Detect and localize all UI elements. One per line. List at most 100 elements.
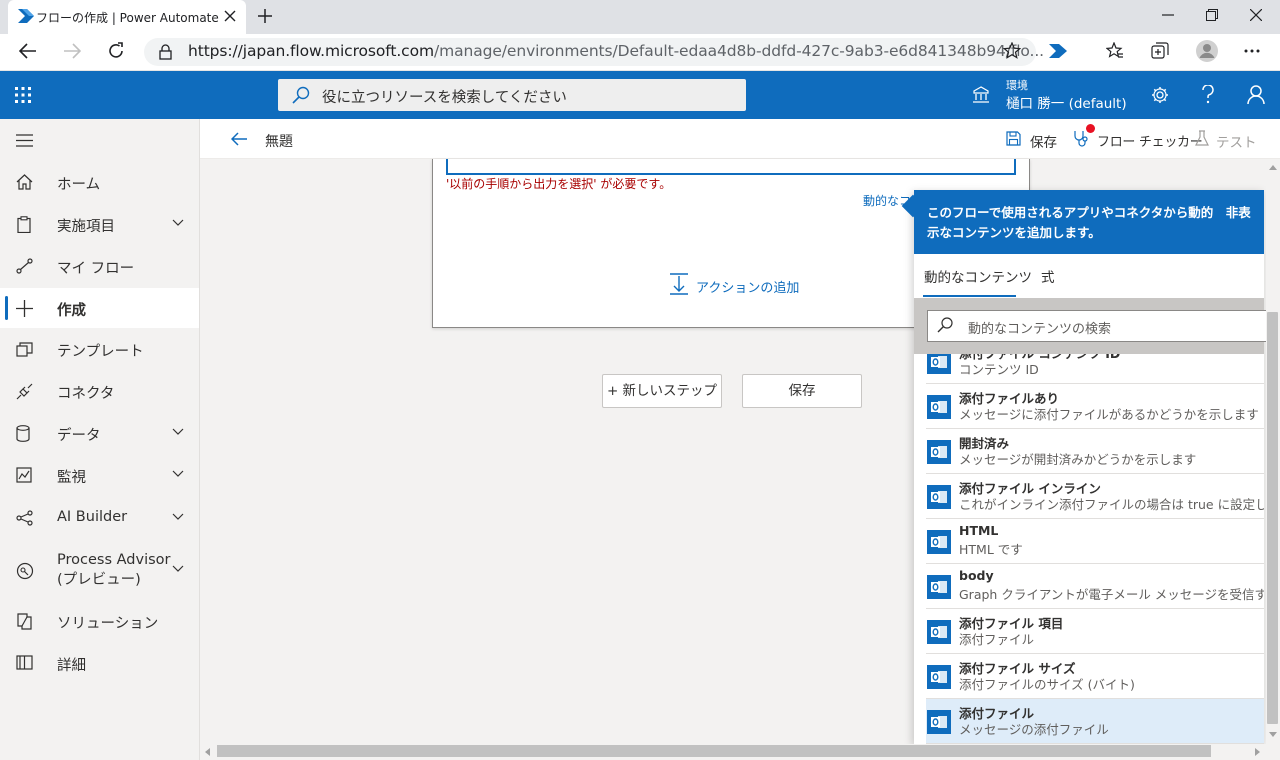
list-item[interactable]: HTML HTML です: [926, 519, 1264, 564]
test-button: テスト: [1216, 135, 1257, 151]
nav-templates-label: テンプレート: [57, 344, 144, 360]
minimize-icon[interactable]: [1162, 14, 1174, 16]
outlook-icon: [927, 575, 951, 599]
beaker-icon: [1195, 130, 1209, 147]
database-icon: [16, 425, 30, 442]
new-tab-icon[interactable]: [257, 8, 273, 24]
tab-dynamic-content[interactable]: 動的なコンテンツ: [924, 266, 1032, 286]
back-arrow-icon[interactable]: [19, 43, 37, 59]
nav-create[interactable]: 作成: [0, 288, 199, 328]
required-field-input[interactable]: [446, 159, 1016, 175]
settings-gear-icon[interactable]: [1151, 86, 1169, 104]
chevron-down-icon[interactable]: [172, 219, 184, 226]
nav-solutions[interactable]: ソリューション: [0, 601, 199, 641]
hamburger-menu-icon[interactable]: [16, 134, 33, 147]
nav-solutions-label: ソリューション: [57, 616, 159, 632]
resource-search-placeholder: 役に立つリソースを検索してください: [322, 90, 567, 106]
connector-icon: [16, 383, 33, 400]
list-item[interactable]: body Graph クライアントが電子メール メッセージを受信する: [926, 564, 1264, 609]
power-automate-favicon-icon: [18, 9, 34, 23]
nav-home[interactable]: ホーム: [0, 162, 199, 202]
browser-tab-title: フローの作成 | Power Automate: [36, 11, 219, 25]
lock-icon[interactable]: [159, 44, 172, 60]
solutions-icon: [16, 613, 33, 630]
save-icon[interactable]: [1006, 131, 1021, 146]
error-indicator-dot: [1086, 124, 1095, 133]
scroll-up-arrow-icon[interactable]: [1269, 165, 1277, 170]
app-launcher-icon[interactable]: [15, 87, 31, 103]
chevron-down-icon[interactable]: [172, 470, 184, 477]
nav-data[interactable]: データ: [0, 413, 199, 453]
nav-home-label: ホーム: [57, 177, 101, 193]
outlook-icon: [927, 620, 951, 644]
close-tab-icon[interactable]: [224, 10, 236, 22]
power-automate-extension-icon[interactable]: [1049, 44, 1067, 58]
book-icon: [16, 655, 33, 670]
account-icon[interactable]: [1247, 85, 1265, 105]
dynamic-content-search-placeholder: 動的なコンテンツの検索: [968, 322, 1112, 337]
environment-name[interactable]: 樋口 勝一 (default): [1006, 92, 1127, 112]
outlook-icon: [927, 710, 951, 734]
help-icon[interactable]: [1201, 85, 1215, 105]
scroll-left-arrow-icon[interactable]: [205, 748, 210, 756]
back-arrow-icon[interactable]: [231, 132, 248, 146]
nav-learn[interactable]: 詳細: [0, 643, 199, 683]
vertical-scroll-thumb[interactable]: [1267, 312, 1278, 724]
canvas-save-button[interactable]: 保存: [742, 374, 862, 408]
list-item[interactable]: 添付ファイル 項目 添付ファイル: [926, 609, 1264, 654]
nav-monitor[interactable]: 監視: [0, 455, 199, 495]
list-item[interactable]: 添付ファイル インライン これがインライン添付ファイルの場合は true に設定…: [926, 474, 1264, 519]
process-advisor-icon: [16, 562, 34, 580]
nav-learn-label: 詳細: [57, 658, 86, 674]
add-favorite-icon[interactable]: [1003, 42, 1021, 60]
outlook-icon: [927, 440, 951, 464]
tab-expression[interactable]: 式: [1041, 266, 1055, 286]
monitor-chart-icon: [16, 467, 32, 483]
ai-builder-icon: [16, 510, 34, 526]
close-window-icon[interactable]: [1250, 9, 1262, 21]
url-text[interactable]: https://japan.flow.microsoft.com/manage/…: [188, 42, 1044, 60]
outlook-icon: [927, 530, 951, 554]
nav-monitor-label: 監視: [57, 470, 86, 486]
add-action-icon[interactable]: [669, 273, 689, 295]
restore-icon[interactable]: [1206, 9, 1218, 21]
flow-icon: [16, 258, 33, 274]
horizontal-scroll-thumb[interactable]: [217, 745, 1211, 757]
list-item[interactable]: 添付ファイルあり メッセージに添付ファイルがあるかどうかを示します: [926, 384, 1264, 429]
nav-create-label: 作成: [57, 303, 86, 319]
add-action-button[interactable]: アクションの追加: [696, 277, 799, 296]
environment-icon[interactable]: [972, 86, 990, 104]
forward-arrow-icon: [63, 43, 81, 59]
nav-data-label: データ: [57, 428, 101, 444]
flow-title[interactable]: 無題: [265, 131, 293, 151]
nav-active-indicator: [5, 296, 8, 320]
chevron-down-icon[interactable]: [172, 428, 184, 435]
list-item[interactable]: 添付ファイル メッセージの添付ファイル: [926, 699, 1264, 744]
scroll-down-arrow-icon[interactable]: [1269, 732, 1277, 737]
chevron-down-icon[interactable]: [172, 565, 184, 572]
new-step-button[interactable]: + 新しいステップ: [602, 374, 722, 408]
nav-action-items[interactable]: 実施項目: [0, 204, 199, 244]
profile-avatar-icon[interactable]: [1196, 40, 1218, 62]
tab-underline: [923, 295, 1016, 297]
nav-connectors[interactable]: コネクタ: [0, 371, 199, 411]
nav-templates[interactable]: テンプレート: [0, 329, 199, 369]
validation-error-text: '以前の手順から出力を選択' が必要です。: [446, 177, 672, 191]
nav-ai-builder[interactable]: AI Builder: [0, 498, 199, 538]
flow-checker-button[interactable]: フロー チェッカー: [1097, 131, 1203, 150]
collections-icon[interactable]: [1151, 42, 1169, 60]
list-item[interactable]: 添付ファイル サイズ 添付ファイルのサイズ (バイト): [926, 654, 1264, 699]
scroll-right-arrow-icon[interactable]: [1255, 748, 1260, 756]
list-item[interactable]: 添付ファイル コンテンツ ID コンテンツ ID: [926, 354, 1264, 384]
nav-process-advisor[interactable]: Process Advisor (プレビュー): [0, 550, 199, 590]
more-options-icon[interactable]: [1244, 49, 1260, 53]
list-item[interactable]: 開封済み メッセージが開封済みかどうかを示します: [926, 429, 1264, 474]
template-icon: [16, 341, 33, 357]
nav-my-flows[interactable]: マイ フロー: [0, 246, 199, 286]
refresh-icon[interactable]: [107, 42, 125, 60]
clipboard-icon: [16, 216, 32, 233]
outlook-icon: [927, 395, 951, 419]
save-button[interactable]: 保存: [1030, 131, 1057, 151]
chevron-down-icon[interactable]: [172, 513, 184, 520]
favorites-icon[interactable]: [1106, 42, 1124, 60]
